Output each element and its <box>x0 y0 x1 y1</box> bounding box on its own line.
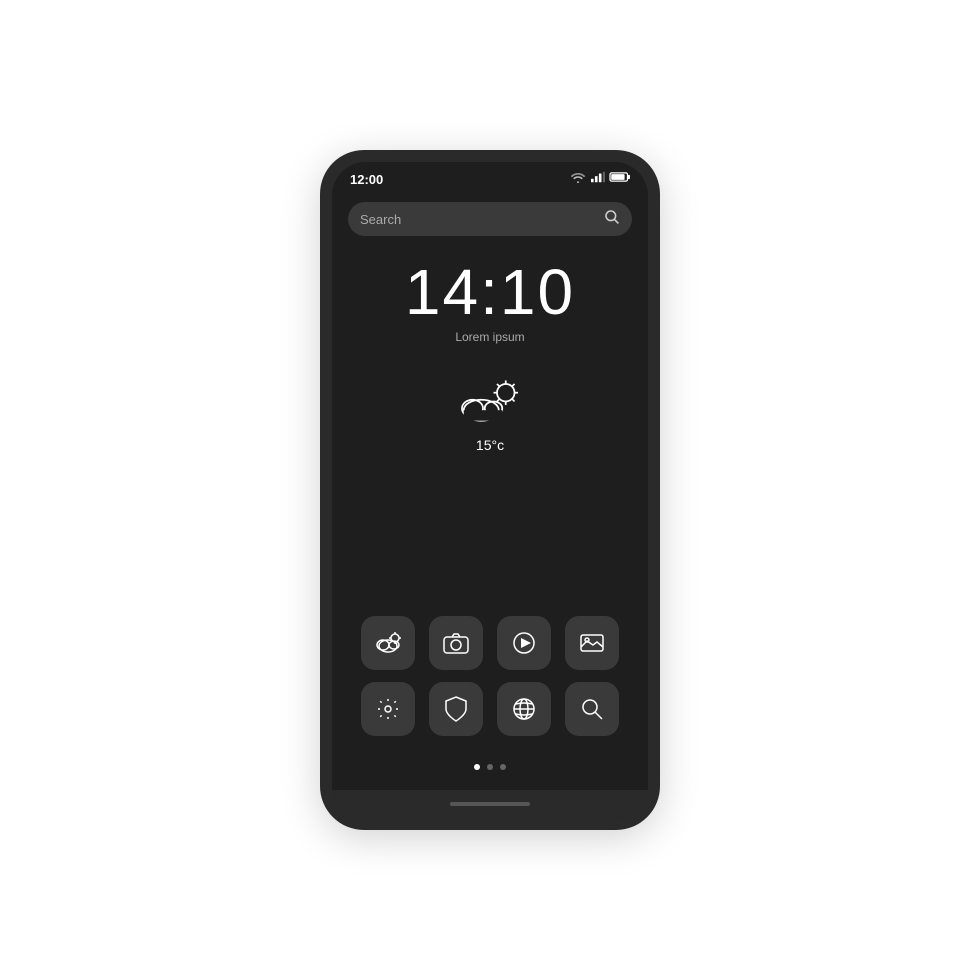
app-row-1 <box>348 616 632 670</box>
status-bar: 12:00 <box>332 162 648 192</box>
page-dot-2 <box>487 764 493 770</box>
app-icon-browser[interactable] <box>497 682 551 736</box>
clock-widget: 14:10 Lorem ipsum <box>348 260 632 344</box>
search-bar[interactable]: Search <box>348 202 632 236</box>
page-dots <box>348 756 632 780</box>
page-dot-3 <box>500 764 506 770</box>
app-icon-search[interactable] <box>565 682 619 736</box>
clock-time: 14:10 <box>348 260 632 324</box>
app-icon-play[interactable] <box>497 616 551 670</box>
app-icon-gallery[interactable] <box>565 616 619 670</box>
phone-screen: 12:00 <box>332 162 648 818</box>
signal-icon <box>591 170 605 188</box>
app-grid <box>348 616 632 756</box>
search-icon[interactable] <box>604 209 620 229</box>
app-row-2 <box>348 682 632 736</box>
weather-temperature: 15°c <box>348 437 632 453</box>
home-indicator <box>450 802 530 806</box>
app-icon-settings[interactable] <box>361 682 415 736</box>
search-placeholder: Search <box>360 212 604 227</box>
bottom-bar <box>332 790 648 818</box>
phone-device: 12:00 <box>320 150 660 830</box>
status-icons <box>570 170 630 188</box>
status-time: 12:00 <box>350 172 383 187</box>
page-dot-1 <box>474 764 480 770</box>
weather-widget: 15°c <box>348 376 632 453</box>
weather-icon <box>348 376 632 431</box>
clock-subtitle: Lorem ipsum <box>348 330 632 344</box>
app-icon-weather[interactable] <box>361 616 415 670</box>
wifi-icon <box>570 170 586 188</box>
screen-content: Search 14:10 Lorem ipsum <box>332 192 648 790</box>
app-icon-security[interactable] <box>429 682 483 736</box>
battery-icon <box>610 170 630 188</box>
app-icon-camera[interactable] <box>429 616 483 670</box>
